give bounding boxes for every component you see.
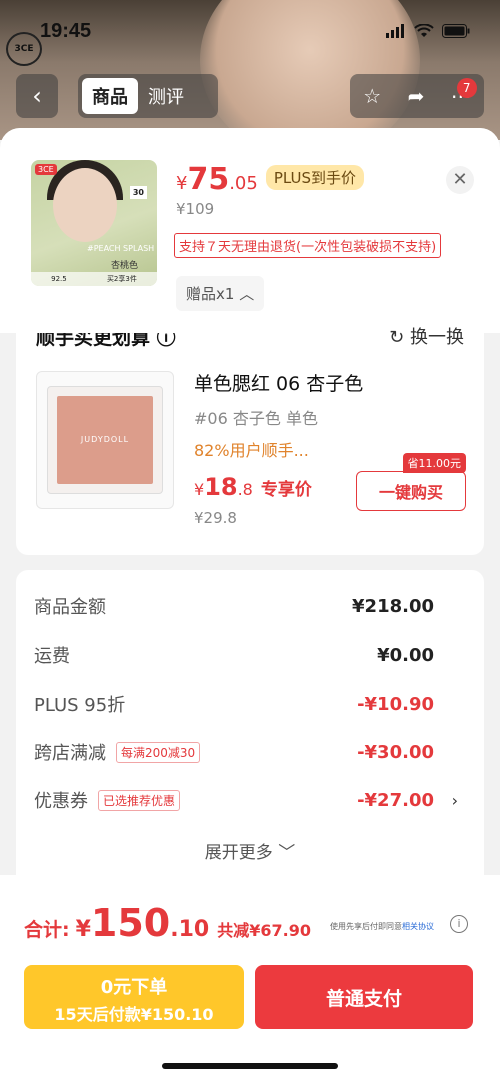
summary-value: ¥0.00 — [377, 644, 434, 666]
addon-product-name[interactable]: 单色腮红 06 杏子色 — [194, 369, 363, 396]
gift-toggle[interactable]: 赠品x1 ︿ — [176, 276, 265, 311]
info-icon[interactable]: ⓘ — [157, 333, 176, 349]
summary-row-plus-discount: PLUS 95折 -¥10.90 — [34, 690, 464, 718]
thumb-face — [53, 168, 117, 242]
gift-label: 赠品x1 — [186, 285, 235, 303]
thumb-caption-en: #PEACH SPLASH — [87, 244, 155, 253]
addon-product-variant: #06 杏子色 单色 — [194, 409, 318, 428]
chevron-down-icon: ﹀ — [278, 843, 296, 863]
star-icon[interactable]: ☆ — [363, 84, 381, 108]
product-thumbnail[interactable]: 3CE 30 #PEACH SPLASH 杏桃色 92.5 买2享3件 — [31, 160, 157, 286]
expand-label: 展开更多 — [204, 843, 273, 863]
summary-value: -¥30.00 — [357, 741, 434, 763]
pay-later-button[interactable]: 0元下单 15天后付款¥150.10 — [24, 965, 244, 1029]
message-badge: 7 — [456, 78, 477, 98]
info-icon[interactable]: i — [450, 915, 468, 933]
thumb-tag: 3CE — [35, 164, 57, 175]
chevron-right-icon: › — [451, 790, 458, 810]
summary-value: -¥10.90 — [357, 693, 434, 715]
total-discount: 共减¥67.90 — [217, 921, 311, 940]
addon-section: 顺手买更划算 ⓘ ↻ 换一换 JUDYDOLL 单色腮红 06 杏子色 #06 … — [16, 327, 484, 555]
order-summary: 商品金额 ¥218.00 运费 ¥0.00 PLUS 95折 -¥10.90 跨… — [16, 570, 484, 890]
addon-product-image[interactable]: JUDYDOLL — [36, 371, 174, 509]
more-icon[interactable]: ⋯7 — [451, 78, 477, 108]
selected-product-card: 3CE 30 #PEACH SPLASH 杏桃色 92.5 买2享3件 ¥ 75… — [0, 128, 500, 333]
chevron-left-icon: ‹ — [32, 82, 42, 110]
tab-product[interactable]: 商品 — [82, 78, 138, 114]
close-button[interactable]: ✕ — [446, 166, 474, 194]
thumb-caption-cn: 杏桃色 — [111, 261, 139, 271]
home-indicator — [162, 1063, 338, 1069]
tab-review[interactable]: 测评 — [138, 78, 194, 114]
share-icon[interactable]: ➦ — [408, 84, 425, 108]
chevron-up-icon: ︿ — [239, 285, 255, 303]
pay-later-line2: 15天后付款¥150.10 — [54, 1005, 214, 1024]
total-decimal: .10 — [170, 917, 210, 942]
summary-row-shipping: 运费 ¥0.00 — [34, 641, 464, 669]
top-nav: ‹ 商品 测评 ☆ ➦ ⋯7 — [0, 74, 500, 120]
addon-product-sales: 82%用户顺手... — [194, 441, 309, 460]
save-amount-tag: 省11.00元 — [402, 453, 466, 473]
addon-price-symbol: ¥ — [194, 480, 205, 499]
price-symbol: ¥ — [176, 173, 188, 194]
coupon-tag: 已选推荐优惠 — [98, 789, 181, 811]
status-time: 19:45 — [40, 20, 92, 42]
swap-label: 换一换 — [410, 327, 464, 348]
nav-tabs: 商品 测评 — [78, 74, 218, 118]
total-symbol: ¥ — [75, 917, 91, 942]
price-decimal: .05 — [229, 173, 258, 194]
thumb-number: 30 — [129, 186, 147, 199]
one-click-buy-button[interactable]: 一键购买 — [356, 471, 466, 511]
summary-label: PLUS 95折 — [34, 695, 126, 716]
summary-label: 跨店满减 — [34, 743, 106, 764]
original-price: ¥109 — [176, 200, 215, 218]
addon-title-text: 顺手买更划算 — [36, 333, 151, 349]
agreement-link[interactable]: 相关协议 — [402, 922, 434, 931]
summary-label: 优惠券 — [34, 791, 88, 812]
total-amount: 合计: ¥ 150 .10 共减¥67.90 — [24, 901, 311, 945]
summary-row-cross-store[interactable]: 跨店满减 每满200减30 -¥30.00 — [34, 738, 464, 766]
brand-logo: 3CE — [6, 32, 42, 66]
summary-label: 运费 — [34, 646, 70, 667]
nav-actions: ☆ ➦ ⋯7 — [350, 74, 484, 118]
agreement-text: 使用先享后付即同意 — [330, 922, 402, 931]
status-bar: 3CE 19:45 — [0, 18, 500, 66]
promo-tag: 每满200减30 — [116, 741, 201, 763]
addon-original-price: ¥29.8 — [194, 509, 237, 527]
thumb-promo-strip: 92.5 买2享3件 — [31, 272, 157, 286]
summary-row-subtotal: 商品金额 ¥218.00 — [34, 592, 464, 620]
normal-pay-button[interactable]: 普通支付 — [255, 965, 473, 1029]
total-label: 合计: — [24, 919, 70, 941]
refresh-icon: ↻ — [389, 327, 405, 348]
wifi-icon — [414, 24, 434, 37]
addon-price-decimal: .8 — [237, 480, 253, 499]
thumb-strip-right: 买2享3件 — [106, 275, 137, 283]
expand-more-button[interactable]: 展开更多 ﹀ — [16, 838, 484, 863]
addon-product-price: ¥ 18 .8 专享价 — [194, 473, 312, 501]
plus-price: ¥ 75 .05 PLUS到手价 — [176, 162, 364, 197]
summary-row-coupon[interactable]: 优惠券 已选推荐优惠 -¥27.00 › — [34, 786, 464, 814]
signal-icon — [386, 24, 404, 38]
system-icons — [386, 24, 470, 38]
agreement-note: 使用先享后付即同意相关协议 — [330, 921, 434, 932]
checkout-footer: 合计: ¥ 150 .10 共减¥67.90 使用先享后付即同意相关协议 i 0… — [0, 875, 500, 1083]
close-icon: ✕ — [452, 169, 468, 190]
battery-icon — [442, 24, 470, 38]
summary-label: 商品金额 — [34, 597, 106, 618]
exclusive-price-label: 专享价 — [260, 480, 312, 500]
summary-value: ¥218.00 — [352, 595, 434, 617]
plus-price-tag: PLUS到手价 — [265, 165, 364, 190]
addon-title: 顺手买更划算 ⓘ — [36, 333, 276, 353]
blush-pan: JUDYDOLL — [57, 396, 153, 484]
pay-later-line1: 0元下单 — [100, 977, 168, 998]
return-policy-note: 支持７天无理由退货(一次性包装破损不支持) — [174, 233, 442, 258]
swap-button[interactable]: ↻ 换一换 — [389, 323, 464, 349]
thumb-strip-left: 92.5 — [51, 275, 67, 283]
price-integer: 75 — [187, 162, 230, 197]
summary-value: -¥27.00 — [357, 789, 434, 811]
addon-price-integer: 18 — [204, 473, 238, 501]
total-integer: 150 — [90, 901, 171, 945]
back-button[interactable]: ‹ — [16, 74, 58, 118]
